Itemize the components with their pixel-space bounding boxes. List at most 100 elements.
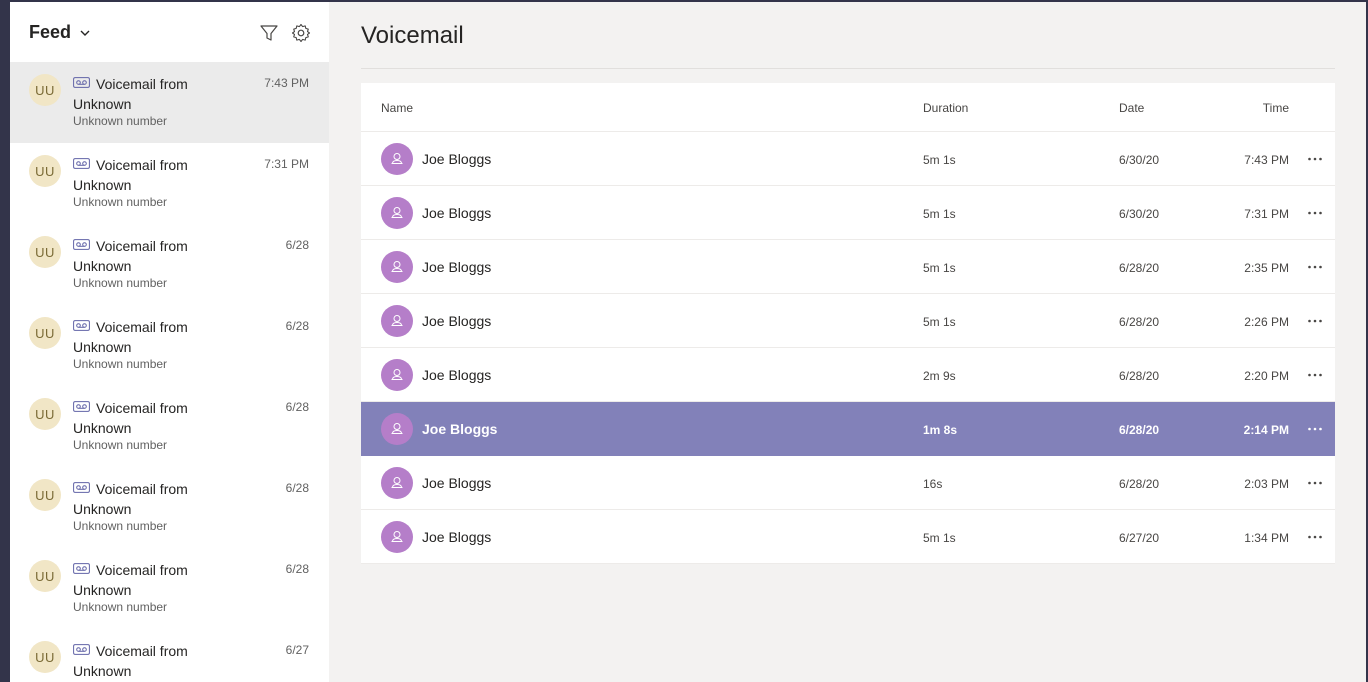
feed-item-title: Voicemail from Unknown (73, 319, 188, 355)
row-duration: 5m 1s (923, 153, 956, 167)
more-options-icon[interactable] (1307, 313, 1323, 329)
feed-item[interactable]: UUVoicemail from UnknownUnknown number6/… (10, 305, 329, 386)
row-date: 6/28/20 (1119, 261, 1160, 275)
table-row[interactable]: Joe Bloggs 5m 1s 6/28/20 2:35 PM (361, 240, 1335, 294)
avatar: UU (29, 641, 61, 673)
feed-item-time: 6/28 (285, 400, 309, 414)
column-header-name[interactable]: Name (381, 101, 413, 115)
row-duration: 5m 1s (923, 531, 956, 545)
feed-item[interactable]: UUVoicemail from UnknownUnknown number6/… (10, 224, 329, 305)
row-time: 7:31 PM (1244, 207, 1289, 221)
table-body: Joe Bloggs 5m 1s 6/30/20 7:43 PM Joe Bloggs 5… (361, 132, 1335, 564)
table-row[interactable]: Joe Bloggs 5m 1s 6/28/20 2:26 PM (361, 294, 1335, 348)
feed-item[interactable]: UU Voicemail from Unknown Unknown number 7:… (10, 62, 329, 143)
more-options-icon[interactable] (1307, 259, 1323, 275)
row-duration: 16s (923, 477, 943, 491)
filter-icon[interactable] (259, 23, 279, 43)
row-date: 6/28/20 (1119, 477, 1160, 491)
feed-title: Feed (29, 22, 72, 42)
row-name: Joe Bloggs (422, 313, 492, 329)
feed-item-title: Voicemail from Unknown (73, 481, 188, 517)
feed-panel: Feed UU Voicemail from Unknown Unknown num… (10, 2, 329, 682)
more-options-icon[interactable] (1307, 475, 1323, 491)
feed-item-time: 6/28 (285, 481, 309, 495)
table-row[interactable]: Joe Bloggs 1m 8s 6/28/20 2:14 PM (361, 402, 1335, 456)
feed-item-subtitle: Unknown number (73, 276, 168, 290)
contact-avatar (381, 305, 413, 337)
feed-dropdown[interactable]: Feed (29, 22, 91, 43)
voicemail-table: Name Duration Date Time Joe Bloggs 5m 1s 6… (361, 83, 1335, 564)
feed-item-subtitle: Unknown number (73, 195, 168, 209)
avatar: UU (29, 236, 61, 268)
feed-item-title: Voicemail from Unknown (73, 157, 188, 193)
row-name: Joe Bloggs (422, 259, 492, 275)
row-time: 7:43 PM (1244, 153, 1289, 167)
feed-list: UU Voicemail from Unknown Unknown number 7:… (10, 62, 329, 682)
feed-item-time: 6/27 (285, 643, 309, 657)
table-row[interactable]: Joe Bloggs 5m 1s 6/30/20 7:43 PM (361, 132, 1335, 186)
feed-item-subtitle: Unknown number (73, 438, 168, 452)
feed-item-time: 7:43 PM (264, 76, 309, 90)
contact-avatar (381, 413, 413, 445)
feed-item-title: Voicemail from Unknown (73, 643, 188, 679)
person-icon (391, 531, 403, 542)
row-name: Joe Bloggs (422, 421, 498, 437)
voicemail-main: Voicemail Name Duration Date Time Joe Bl… (329, 2, 1366, 682)
contact-avatar (381, 467, 413, 499)
more-options-icon[interactable] (1307, 421, 1323, 437)
feed-item-subtitle: Unknown number (73, 357, 168, 371)
column-header-duration[interactable]: Duration (923, 101, 968, 115)
avatar: UU (29, 479, 61, 511)
contact-avatar (381, 197, 413, 229)
more-options-icon[interactable] (1307, 205, 1323, 221)
avatar: UU (29, 317, 61, 349)
row-date: 6/30/20 (1119, 153, 1160, 167)
app-rail-edge (0, 0, 10, 682)
table-header: Name Duration Date Time (361, 83, 1335, 132)
feed-item-title: Voicemail from Unknown (73, 76, 188, 112)
row-duration: 5m 1s (923, 261, 956, 275)
table-row[interactable]: Joe Bloggs 5m 1s 6/30/20 7:31 PM (361, 186, 1335, 240)
table-row[interactable]: Joe Bloggs 16s 6/28/20 2:03 PM (361, 456, 1335, 510)
row-time: 2:26 PM (1244, 315, 1289, 329)
column-header-time[interactable]: Time (1263, 101, 1289, 115)
row-name: Joe Bloggs (422, 367, 492, 383)
row-duration: 2m 9s (923, 369, 956, 383)
row-time: 2:35 PM (1244, 261, 1289, 275)
row-time: 2:14 PM (1243, 423, 1289, 437)
feed-item-time: 6/28 (285, 562, 309, 576)
feed-header: Feed (10, 2, 329, 62)
feed-item[interactable]: UU Voicemail from Unknown Unknown number 6/… (10, 467, 329, 548)
avatar: UU (29, 398, 61, 430)
avatar: UU (29, 560, 61, 592)
row-date: 6/28/20 (1119, 423, 1160, 437)
table-row[interactable]: Joe Bloggs 5m 1s 6/27/20 1:34 PM (361, 510, 1335, 564)
contact-avatar (381, 251, 413, 283)
feed-item[interactable]: UUVoicemail from UnknownUnknown number6/… (10, 386, 329, 467)
row-duration: 5m 1s (923, 315, 956, 329)
table-row[interactable]: Joe Bloggs 2m 9s 6/28/20 2:20 PM (361, 348, 1335, 402)
row-name: Joe Bloggs (422, 475, 492, 491)
gear-icon[interactable] (291, 23, 311, 43)
row-date: 6/28/20 (1119, 369, 1160, 383)
avatar: UU (29, 155, 61, 187)
feed-item-subtitle: Unknown number (73, 114, 168, 128)
column-header-date[interactable]: Date (1119, 101, 1144, 115)
feed-item[interactable]: UU Voicemail from Unknown Unknown number 7:… (10, 143, 329, 224)
row-name: Joe Bloggs (422, 205, 492, 221)
contact-avatar (381, 359, 413, 391)
more-options-icon[interactable] (1307, 151, 1323, 167)
feed-item-time: 7:31 PM (264, 157, 309, 171)
row-date: 6/27/20 (1119, 531, 1160, 545)
feed-item-subtitle: Unknown number (73, 519, 168, 533)
feed-item[interactable]: UUVoicemail from UnknownUnknown number6/… (10, 548, 329, 629)
more-options-icon[interactable] (1307, 367, 1323, 383)
row-duration: 1m 8s (923, 423, 958, 437)
person-icon (391, 153, 403, 164)
contact-avatar (381, 143, 413, 175)
more-options-icon[interactable] (1307, 529, 1323, 545)
page-title: Voicemail (361, 22, 464, 49)
row-name: Joe Bloggs (422, 529, 492, 545)
title-divider (361, 68, 1335, 69)
feed-item[interactable]: UUVoicemail from UnknownUnknown number6/… (10, 629, 329, 682)
